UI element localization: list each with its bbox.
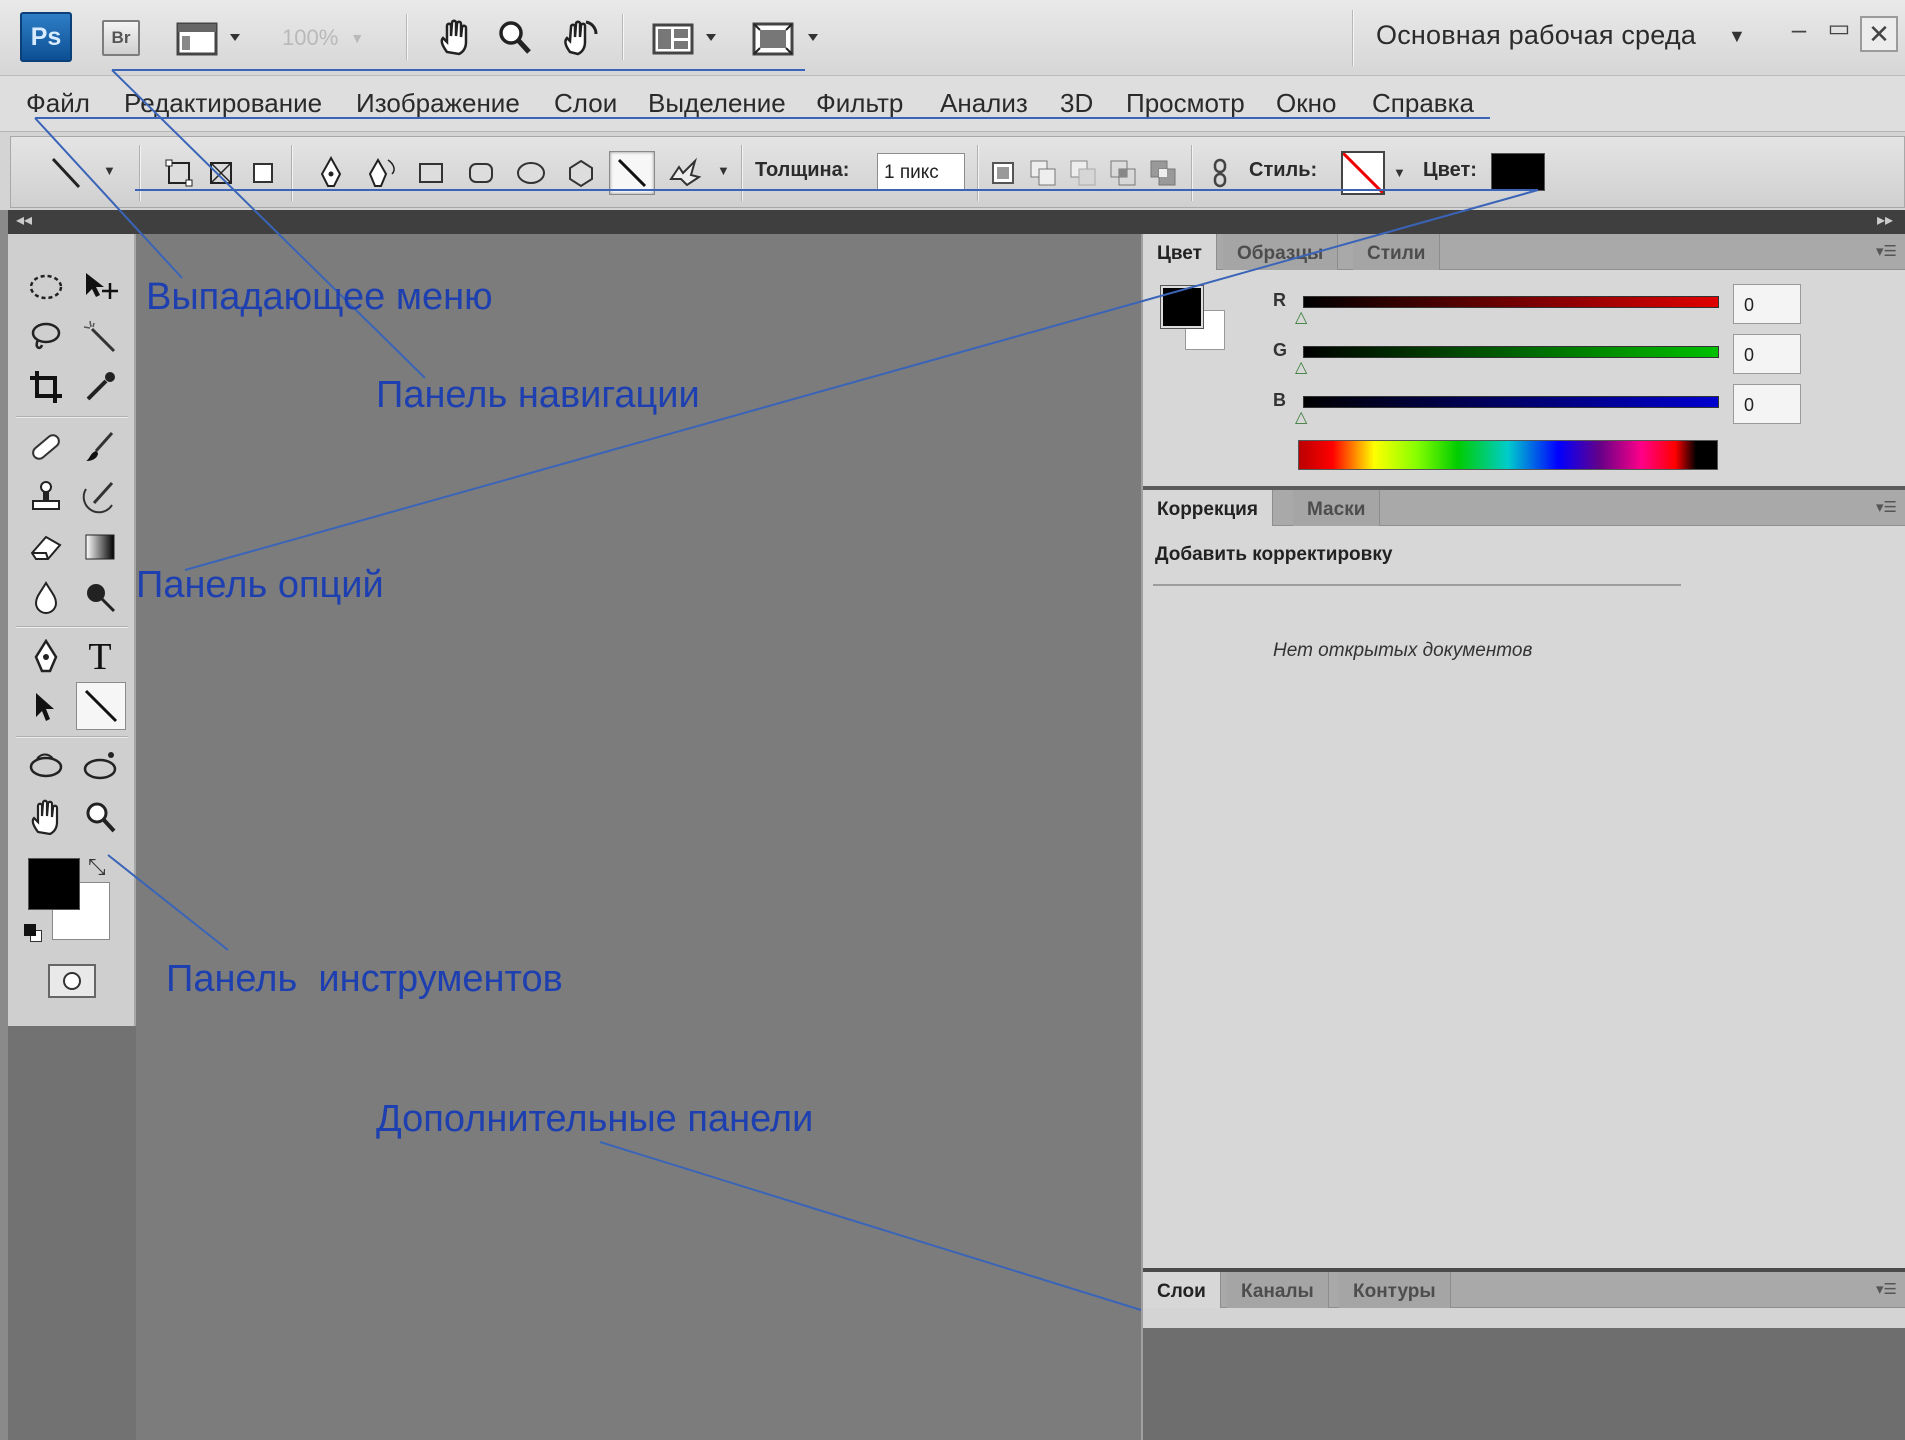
photoshop-window: { "app_bar": { "logo": "Ps", "bridge_lab… [0, 0, 1905, 1440]
annotation-navigation-panel: Панель навигации [376, 374, 700, 416]
annotation-options-panel: Панель опций [136, 564, 384, 606]
leader-tools-panel [107, 854, 229, 951]
foreground-color-swatch[interactable] [28, 858, 80, 910]
leader-navigation-panel [111, 69, 426, 379]
annotation-lines [34, 69, 1539, 1311]
leader-extra-panels [599, 1141, 1142, 1311]
leader-dropdown-menu [34, 117, 183, 279]
annotation-tools-panel: Панель инструментов [166, 958, 563, 1000]
annotation-extra-panels: Дополнительные панели [376, 1098, 814, 1140]
annotation-dropdown-menu: Выпадающее меню [146, 276, 493, 318]
